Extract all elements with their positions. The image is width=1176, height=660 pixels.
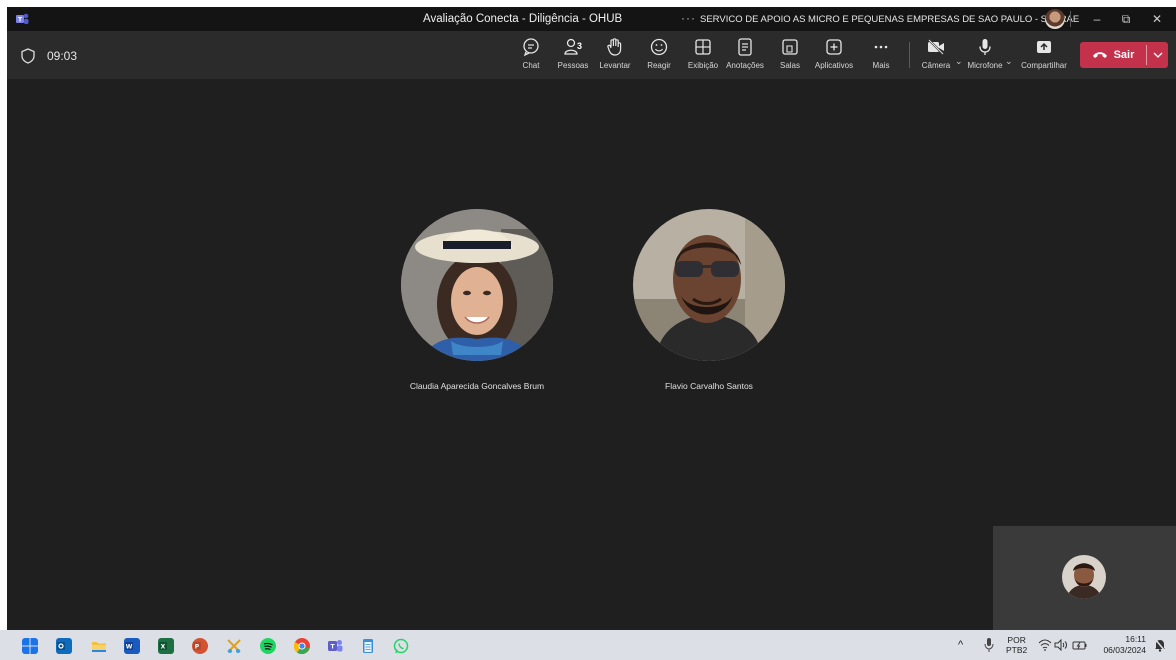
restore-button[interactable]: ⧉ — [1111, 9, 1141, 29]
leave-options-button[interactable] — [1147, 42, 1168, 68]
window-title: Avaliação Conecta - Diligência - OHUB — [423, 13, 623, 25]
view-label: Exibição — [687, 61, 719, 70]
volume-icon[interactable] — [1054, 639, 1068, 651]
chrome-icon[interactable] — [294, 638, 310, 654]
clock[interactable]: 16:11 06/03/2024 — [1098, 634, 1146, 660]
participant-name: Flavio Carvalho Santos — [665, 381, 753, 391]
shield-icon[interactable] — [21, 48, 35, 64]
account-avatar[interactable] — [1045, 9, 1065, 29]
snipping-tool-icon[interactable] — [226, 638, 242, 654]
close-button[interactable]: ✕ — [1142, 9, 1172, 29]
microphone-options-chevron-icon[interactable]: ⌄ — [1005, 56, 1013, 67]
participant-avatar — [401, 209, 553, 361]
title-bar: T Avaliação Conecta - Diligência - OHUB … — [7, 7, 1176, 31]
microphone-icon — [979, 39, 991, 55]
raise-hand-label: Levantar — [599, 61, 631, 70]
title-divider — [1070, 11, 1071, 27]
svg-text:P: P — [195, 644, 200, 651]
chevron-down-icon — [1153, 52, 1162, 58]
notepad-icon[interactable] — [360, 638, 376, 654]
teams-app-icon: T — [16, 13, 29, 24]
leave-label: Sair — [1113, 49, 1135, 61]
powerpoint-icon[interactable]: P — [192, 638, 208, 654]
notes-icon — [738, 38, 752, 56]
notification-bell-icon[interactable] — [1153, 638, 1167, 652]
camera-off-icon — [928, 39, 944, 55]
people-count-badge: 3 — [577, 41, 583, 51]
notes-label: Anotações — [726, 61, 764, 70]
excel-icon[interactable]: X — [158, 638, 174, 654]
teams-meeting-window: T Avaliação Conecta - Diligência - OHUB … — [7, 7, 1176, 630]
chat-label: Chat — [522, 61, 540, 70]
share-label: Compartilhar — [1021, 61, 1067, 70]
more-icon — [874, 45, 888, 49]
participant-photo — [401, 209, 553, 361]
participant-photo — [633, 209, 785, 361]
chat-icon — [523, 38, 539, 57]
clock-time: 16:11 — [1125, 634, 1146, 644]
windows-taskbar: W X P T ^ POR PTB2 16:11 06/03/2024 — [0, 630, 1176, 660]
self-avatar — [1062, 555, 1106, 599]
svg-text:W: W — [126, 644, 133, 651]
self-view-tile[interactable] — [993, 526, 1176, 630]
word-icon[interactable]: W — [124, 638, 140, 654]
more-label: Mais — [872, 61, 890, 70]
leave-button[interactable]: Sair — [1080, 42, 1168, 68]
people-label: Pessoas — [557, 61, 589, 70]
wifi-icon[interactable] — [1038, 639, 1052, 651]
svg-text:X: X — [161, 644, 166, 651]
language-code: POR — [1007, 635, 1026, 645]
apps-button[interactable]: Aplicativos — [808, 37, 860, 70]
tray-chevron-icon[interactable]: ^ — [958, 639, 963, 660]
self-photo — [1062, 555, 1106, 599]
react-label: Reagir — [647, 61, 671, 70]
tray-microphone-icon[interactable] — [983, 637, 995, 653]
react-icon — [650, 38, 668, 56]
battery-charging-icon[interactable] — [1072, 639, 1088, 651]
leave-main-button[interactable]: Sair — [1080, 42, 1146, 68]
outlook-icon[interactable] — [56, 638, 72, 654]
participant-name: Claudia Aparecida Goncalves Brum — [409, 381, 545, 391]
raise-hand-icon — [607, 38, 622, 56]
file-explorer-icon[interactable] — [91, 638, 107, 654]
organization-name[interactable]: SERVICO DE APOIO AS MICRO E PEQUENAS EMP… — [700, 14, 1079, 25]
share-button[interactable]: Compartilhar — [1018, 37, 1070, 70]
teams-icon[interactable]: T — [327, 638, 343, 654]
camera-label: Câmera — [921, 61, 951, 70]
microphone-button[interactable]: Microfone — [959, 37, 1011, 70]
rooms-icon — [782, 39, 798, 55]
apps-label: Aplicativos — [814, 61, 854, 70]
call-timer: 09:03 — [47, 49, 78, 63]
keyboard-layout: PTB2 — [1006, 645, 1028, 655]
rooms-label: Salas — [779, 61, 800, 70]
clock-date: 06/03/2024 — [1103, 645, 1146, 655]
hang-up-icon — [1092, 52, 1107, 58]
start-icon[interactable] — [22, 638, 38, 654]
minimize-button[interactable]: – — [1082, 9, 1112, 29]
whatsapp-icon[interactable] — [393, 638, 409, 654]
participant-tile[interactable]: Claudia Aparecida Goncalves Brum — [377, 209, 577, 391]
microphone-label: Microfone — [967, 61, 1003, 70]
participant-avatar — [633, 209, 785, 361]
apps-icon — [826, 39, 842, 55]
call-toolbar: 09:03 Chat 3 Pessoas Levantar Reagir Exi… — [7, 31, 1176, 79]
participant-tile[interactable]: Flavio Carvalho Santos — [609, 209, 809, 391]
view-icon — [695, 39, 711, 55]
org-more-icon[interactable]: ··· — [681, 11, 696, 25]
share-icon — [1037, 41, 1051, 53]
more-button[interactable]: Mais — [855, 37, 907, 70]
input-language[interactable]: POR PTB2 — [1006, 635, 1027, 660]
spotify-icon[interactable] — [260, 638, 276, 654]
